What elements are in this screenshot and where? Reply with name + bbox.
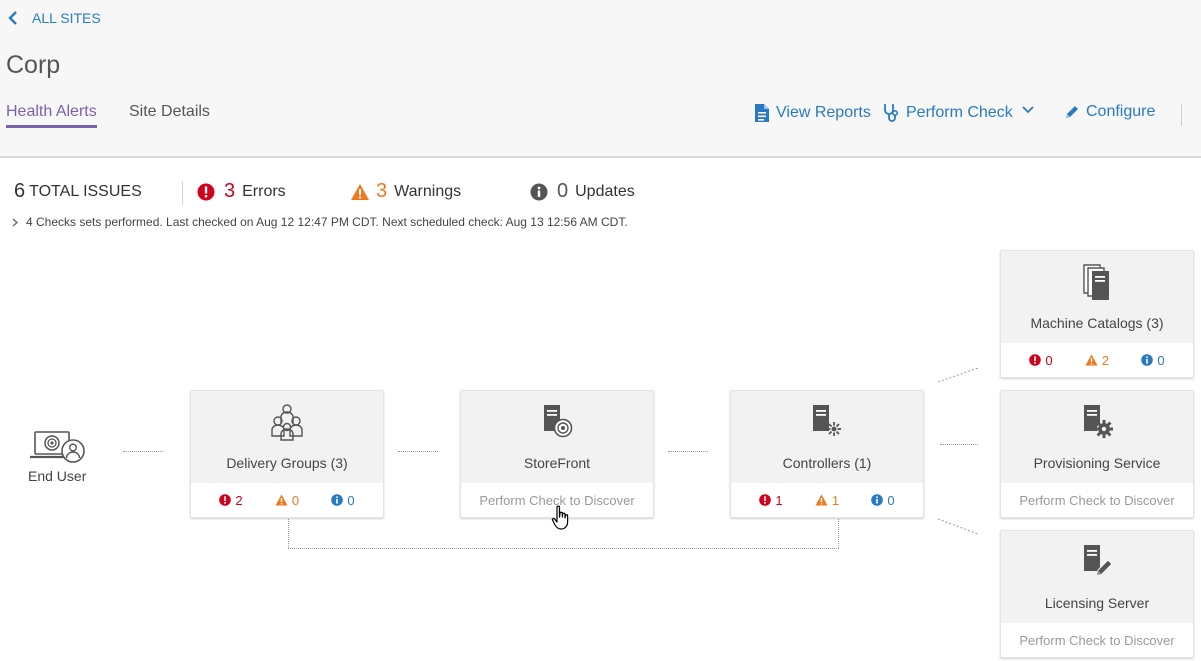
info-icon xyxy=(530,183,548,200)
error-count: 1 xyxy=(743,493,799,508)
errors-label: Errors xyxy=(242,182,286,200)
errors-count: 3 xyxy=(224,180,236,202)
check-info-text: 4 Checks sets performed. Last checked on… xyxy=(26,215,628,229)
machine-catalogs-card[interactable]: Machine Catalogs (3) 0 2 0 xyxy=(1000,250,1194,378)
controller-server-icon xyxy=(813,405,841,436)
info-icon xyxy=(1141,354,1154,366)
toolbar-divider xyxy=(1181,104,1182,126)
configure-label: Configure xyxy=(1086,103,1156,120)
warning-icon xyxy=(275,494,288,506)
update-count-value: 0 xyxy=(1157,352,1165,368)
licensing-server-card[interactable]: Licensing Server Perform Check to Discov… xyxy=(1000,530,1194,658)
update-count-value: 0 xyxy=(887,492,895,508)
summary-divider xyxy=(182,181,183,205)
provisioning-service-card[interactable]: Provisioning Service Perform Check to Di… xyxy=(1000,390,1194,518)
machine-catalogs-name: Machine Catalogs (3) xyxy=(1030,315,1164,331)
update-count-value: 0 xyxy=(347,492,355,508)
connector-storefront-controllers xyxy=(668,451,708,452)
perform-check-button[interactable]: Perform Check xyxy=(882,103,1013,123)
tab-site-details[interactable]: Site Details xyxy=(129,103,210,125)
delivery-groups-card[interactable]: Delivery Groups (3) 2 0 0 xyxy=(190,390,384,518)
document-icon xyxy=(755,104,769,122)
warnings-count: 3 xyxy=(376,180,388,202)
total-issues-count: 6 xyxy=(14,180,26,202)
update-count: 0 xyxy=(855,493,911,508)
perform-check-label: Perform Check xyxy=(906,104,1013,121)
view-reports-button[interactable]: View Reports xyxy=(754,103,871,123)
hand-cursor-icon xyxy=(551,505,569,530)
diagonal-connectors xyxy=(937,367,979,535)
error-count: 0 xyxy=(1013,353,1069,368)
error-count-value: 0 xyxy=(1045,352,1053,368)
warning-count: 2 xyxy=(1069,353,1125,368)
warning-count-value: 0 xyxy=(291,492,300,508)
error-icon xyxy=(197,183,215,200)
view-reports-label: View Reports xyxy=(776,104,871,121)
updates-count: 0 xyxy=(557,180,569,202)
all-sites-link[interactable]: ALL SITES xyxy=(8,10,101,26)
updates-summary: 0 Updates xyxy=(530,180,635,203)
warning-count: 0 xyxy=(259,493,315,508)
licensing-server-icon xyxy=(1084,545,1113,576)
storefront-name: StoreFront xyxy=(523,455,591,471)
total-issues: 6 TOTAL ISSUES xyxy=(14,180,142,203)
connector-enduser-delivery xyxy=(123,451,163,452)
info-icon xyxy=(331,494,344,506)
error-icon xyxy=(219,494,232,506)
provisioning-server-icon xyxy=(1084,405,1113,438)
chevron-left-icon xyxy=(8,11,17,25)
warning-count-value: 2 xyxy=(1101,352,1110,368)
discover-message: Perform Check to Discover xyxy=(1019,632,1175,648)
page-title: Corp xyxy=(6,51,61,79)
catalog-stack-icon xyxy=(1083,264,1109,300)
updates-label: Updates xyxy=(575,182,635,200)
total-issues-label: TOTAL ISSUES xyxy=(29,182,142,200)
chevron-right-icon[interactable] xyxy=(12,218,18,227)
page-header: ALL SITES Corp Health Alerts Site Detail… xyxy=(0,0,1201,158)
info-icon xyxy=(871,494,884,506)
warning-icon xyxy=(351,183,369,200)
configure-button[interactable]: Configure xyxy=(1064,103,1155,121)
controllers-card[interactable]: Controllers (1) 1 1 0 xyxy=(730,390,924,518)
update-count: 0 xyxy=(1125,353,1181,368)
pencil-icon xyxy=(1066,106,1078,118)
delivery-groups-name: Delivery Groups (3) xyxy=(226,455,348,471)
storefront-server-icon xyxy=(544,405,573,438)
warning-count-value: 1 xyxy=(831,492,840,508)
perform-check-dropdown[interactable] xyxy=(1022,106,1040,114)
connector-delivery-down xyxy=(288,517,289,548)
licensing-server-name: Licensing Server xyxy=(1044,595,1150,611)
storefront-card[interactable]: StoreFront Perform Check to Discover xyxy=(460,390,654,518)
connector-bottom xyxy=(288,548,839,549)
users-group-icon xyxy=(271,404,303,441)
controllers-name: Controllers (1) xyxy=(782,455,872,471)
warning-icon xyxy=(815,494,828,506)
connector-controllers-down xyxy=(838,517,839,548)
check-info-row[interactable]: 4 Checks sets performed. Last checked on… xyxy=(12,215,628,229)
tab-health-alerts[interactable]: Health Alerts xyxy=(6,103,97,128)
end-user-node: End User xyxy=(28,430,86,484)
discover-message: Perform Check to Discover xyxy=(1019,492,1175,508)
error-count-value: 1 xyxy=(775,492,783,508)
all-sites-label: ALL SITES xyxy=(32,10,101,26)
chevron-down-icon xyxy=(1022,106,1034,114)
stethoscope-icon xyxy=(884,104,899,122)
warnings-label: Warnings xyxy=(394,182,462,200)
errors-summary: 3 Errors xyxy=(197,180,286,203)
warnings-summary: 3 Warnings xyxy=(350,180,461,203)
provisioning-service-name: Provisioning Service xyxy=(1033,455,1161,471)
end-user-label: End User xyxy=(28,468,87,484)
error-count: 2 xyxy=(203,493,259,508)
error-icon xyxy=(759,494,772,506)
error-icon xyxy=(1029,354,1042,366)
connector-delivery-storefront xyxy=(398,451,438,452)
laptop-user-icon xyxy=(30,431,85,463)
warning-count: 1 xyxy=(799,493,855,508)
error-count-value: 2 xyxy=(235,492,243,508)
update-count: 0 xyxy=(315,493,371,508)
warning-icon xyxy=(1085,354,1098,366)
